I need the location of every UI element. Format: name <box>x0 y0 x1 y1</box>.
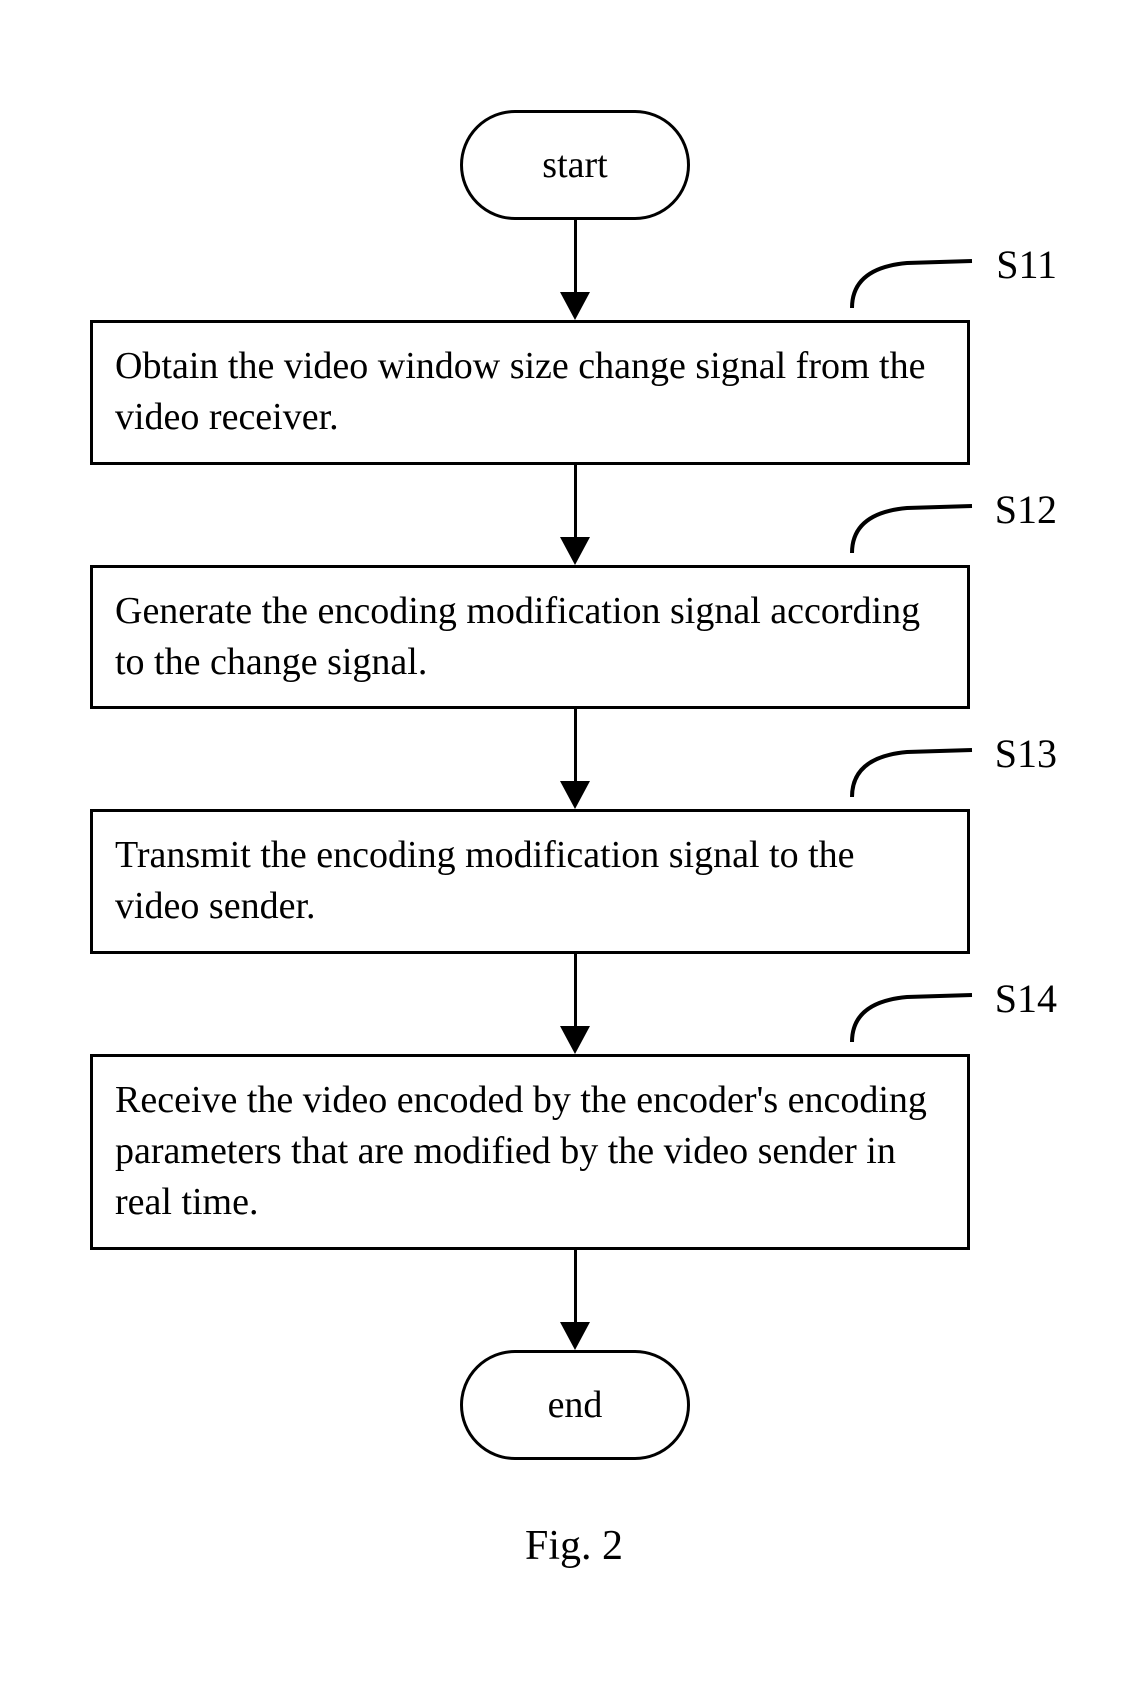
process-step-s13: S13 Transmit the encoding modification s… <box>90 809 970 954</box>
arrow <box>90 1250 1060 1350</box>
step-label-text: S12 <box>995 483 1057 537</box>
step-label-text: S14 <box>995 972 1057 1026</box>
end-terminator: end <box>460 1350 690 1460</box>
step-text: Transmit the encoding modification signa… <box>115 834 855 927</box>
callout-curve-icon <box>847 742 977 802</box>
start-label: start <box>542 143 607 187</box>
callout-curve-icon <box>847 253 977 313</box>
flowchart-container: start S11 Obtain the video window size c… <box>90 110 1060 1460</box>
step-text: Generate the encoding modification signa… <box>115 590 920 683</box>
callout-curve-icon <box>847 498 977 558</box>
process-step-s11: S11 Obtain the video window size change … <box>90 320 970 465</box>
callout-curve-icon <box>847 987 977 1047</box>
step-text: Receive the video encoded by the encoder… <box>115 1079 927 1224</box>
figure-caption: Fig. 2 <box>0 1522 1148 1570</box>
process-step-s14: S14 Receive the video encoded by the enc… <box>90 1054 970 1250</box>
end-label: end <box>548 1383 603 1427</box>
process-step-s12: S12 Generate the encoding modification s… <box>90 565 970 710</box>
step-label-text: S11 <box>996 238 1057 292</box>
start-terminator: start <box>460 110 690 220</box>
step-label-text: S13 <box>995 727 1057 781</box>
step-text: Obtain the video window size change sign… <box>115 345 925 438</box>
